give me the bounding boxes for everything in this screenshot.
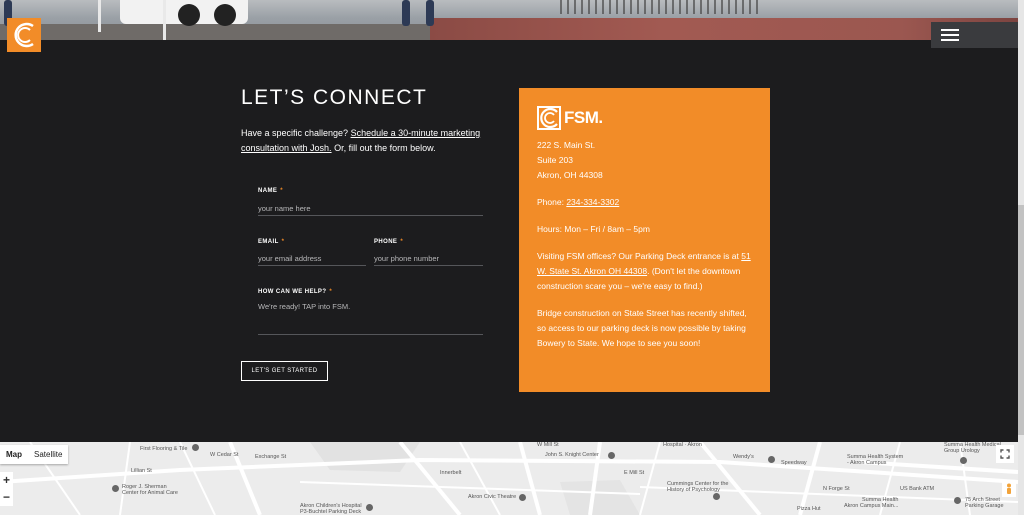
map-label-pizza-hut: Pizza Hut xyxy=(797,506,821,512)
parking-note: Visiting FSM offices? Our Parking Deck e… xyxy=(537,251,751,291)
map-label-akron-childrens-2: P3-Buchtel Parking Deck xyxy=(300,509,362,515)
map-label-exchange-st: Exchange St xyxy=(255,454,287,460)
map-pin-icon[interactable] xyxy=(608,452,615,459)
map-label-akron-civic: Akron Civic Theatre xyxy=(468,494,517,500)
help-textarea[interactable] xyxy=(258,302,483,335)
map-label-cummings-2: History of Psychology xyxy=(667,487,720,493)
map-pin-icon[interactable] xyxy=(960,457,967,464)
embedded-map[interactable]: First Flooring & Tile Roger J. Sherman C… xyxy=(0,442,1018,515)
map-label-john-knight: John S. Knight Center xyxy=(545,452,599,458)
hours-line: Hours: Mon – Fri / 8am – 5pm xyxy=(537,224,650,234)
map-pin-icon[interactable] xyxy=(954,497,961,504)
map-type-satellite-button[interactable]: Satellite xyxy=(28,445,68,464)
hero-photo-strip xyxy=(0,0,1018,40)
phone-line: Phone: 234-334-3302 xyxy=(537,197,620,207)
map-label-n-forge: N Forge St xyxy=(823,486,850,492)
page-title: LET’S CONNECT xyxy=(241,86,428,109)
fsm-brand-icon xyxy=(537,106,563,130)
bridge-note: Bridge construction on State Street has … xyxy=(537,308,747,348)
email-label: EMAIL * xyxy=(258,239,285,245)
page-scrollbar-thumb[interactable] xyxy=(1018,205,1024,435)
hamburger-menu-icon[interactable] xyxy=(931,22,1018,48)
map-pin-icon[interactable] xyxy=(192,444,199,451)
zoom-out-button[interactable]: − xyxy=(0,489,13,506)
address-line-3: Akron, OH 44308 xyxy=(537,170,603,180)
map-pin-icon[interactable] xyxy=(713,493,720,500)
connect-section: LET’S CONNECT Have a specific challenge?… xyxy=(241,86,491,156)
fsm-brand-text: FSM. xyxy=(564,108,603,127)
fsm-logo-icon[interactable] xyxy=(7,18,41,52)
map-pin-icon[interactable] xyxy=(519,494,526,501)
email-input[interactable] xyxy=(258,251,366,266)
connect-intro: Have a specific challenge? Schedule a 30… xyxy=(241,128,481,153)
map-label-e-mill: E Mill St xyxy=(624,470,645,476)
map-label-w-cedar: W Cedar St xyxy=(210,452,239,458)
map-label-wendys: Wendy's xyxy=(733,454,754,460)
help-label: HOW CAN WE HELP? * xyxy=(258,289,333,295)
map-label-roger-sherman-2: Center for Animal Care xyxy=(122,490,178,496)
phone-link[interactable]: 234-334-3302 xyxy=(566,197,619,207)
map-label-speedway: Speedway xyxy=(781,460,807,466)
name-label: NAME * xyxy=(258,188,284,194)
phone-input[interactable] xyxy=(374,251,483,266)
map-pin-icon[interactable] xyxy=(768,456,775,463)
map-label-innerbelt: Innerbelt xyxy=(440,470,462,476)
contact-card: FSM. 222 S. Main St. Suite 203 Akron, OH… xyxy=(519,88,770,392)
map-label-summa-system-2: - Akron Campus xyxy=(847,460,887,466)
map-label-us-bank: US Bank ATM xyxy=(900,486,935,492)
map-label-summa-campus-2: Akron Campus Main... xyxy=(844,503,899,509)
map-pin-icon[interactable] xyxy=(112,485,119,492)
map-pin-icon[interactable] xyxy=(366,504,373,511)
pegman-icon[interactable] xyxy=(1002,481,1016,497)
map-label-summa-medical-2: Group Urology xyxy=(944,448,980,454)
map-label-hospital-akron: Hospital · Akron xyxy=(663,442,702,448)
map-type-map-button[interactable]: Map xyxy=(0,445,28,464)
map-type-control: Map Satellite xyxy=(0,445,69,464)
address-line-2: Suite 203 xyxy=(537,155,573,165)
fullscreen-icon[interactable] xyxy=(996,445,1014,463)
fsm-brand: FSM. xyxy=(537,106,752,130)
phone-label: PHONE * xyxy=(374,239,404,245)
map-label-arch-street-2: Parking Garage xyxy=(965,503,1004,509)
map-zoom-control: + − xyxy=(0,472,13,506)
map-label-lilian: Lillian St xyxy=(131,468,152,474)
lets-get-started-button[interactable]: LET'S GET STARTED xyxy=(241,361,328,381)
zoom-in-button[interactable]: + xyxy=(0,472,13,489)
name-input[interactable] xyxy=(258,201,483,216)
address-line-1: 222 S. Main St. xyxy=(537,140,596,150)
map-label-w-mill: W Mill St xyxy=(537,442,559,448)
map-label-first-flooring: First Flooring & Tile xyxy=(140,446,188,452)
